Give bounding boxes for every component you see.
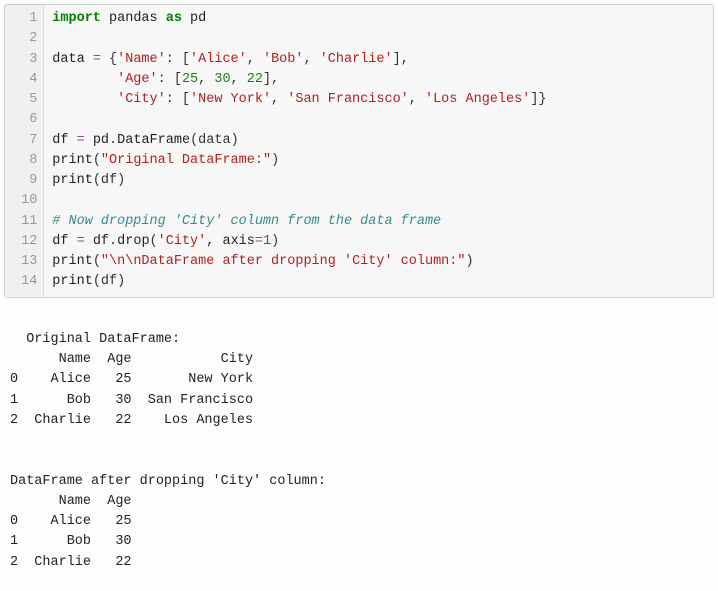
line-number-gutter: 1234567891011121314 (5, 5, 44, 297)
code-token: 'Bob' (263, 52, 304, 67)
code-token: (data) (190, 133, 239, 148)
code-line[interactable] (52, 29, 705, 49)
code-token: df (52, 133, 76, 148)
code-token: . (109, 234, 117, 249)
line-number: 5 (13, 90, 37, 110)
code-token: ], (263, 72, 279, 87)
code-token: 'City' (117, 92, 166, 107)
code-token (158, 11, 166, 26)
code-token: drop (117, 234, 149, 249)
code-line[interactable]: df = df.drop('City', axis=1) (52, 232, 705, 252)
code-token: : [ (166, 52, 190, 67)
line-number: 10 (13, 191, 37, 211)
code-token: ( (93, 153, 101, 168)
code-token: = (255, 234, 263, 249)
code-line[interactable]: print(df) (52, 171, 705, 191)
line-number: 4 (13, 70, 37, 90)
code-cell[interactable]: 1234567891011121314 import pandas as pd … (4, 4, 714, 298)
code-token: ) (271, 153, 279, 168)
code-token: = (77, 234, 85, 249)
line-number: 13 (13, 252, 37, 272)
code-token: as (166, 11, 182, 26)
code-token (52, 92, 117, 107)
code-token: 'City' (158, 234, 207, 249)
code-token: import (52, 11, 101, 26)
code-line[interactable]: 'Age': [25, 30, 22], (52, 70, 705, 90)
code-token (182, 11, 190, 26)
code-token: print (52, 274, 93, 289)
line-number: 14 (13, 272, 37, 292)
code-token: df (52, 234, 76, 249)
code-token: 25 (182, 72, 198, 87)
code-token: ) (465, 254, 473, 269)
code-line[interactable]: df = pd.DataFrame(data) (52, 131, 705, 151)
code-token: , axis (206, 234, 255, 249)
code-token: 'Alice' (190, 52, 247, 67)
code-token: , (247, 52, 263, 67)
code-token: ) (271, 234, 279, 249)
code-token: . (109, 133, 117, 148)
code-token: : [ (166, 92, 190, 107)
code-token: print (52, 173, 93, 188)
code-token: ( (93, 254, 101, 269)
code-token (101, 11, 109, 26)
code-token: data (52, 52, 93, 67)
line-number: 11 (13, 212, 37, 232)
code-token: 'Charlie' (320, 52, 393, 67)
code-token: , (303, 52, 319, 67)
code-line[interactable]: import pandas as pd (52, 9, 705, 29)
code-token: df (85, 234, 109, 249)
code-token: 'Age' (117, 72, 158, 87)
code-token: , (198, 72, 214, 87)
code-token: 30 (214, 72, 230, 87)
code-token: ], (393, 52, 409, 67)
code-line[interactable]: 'City': ['New York', 'San Francisco', 'L… (52, 90, 705, 110)
line-number: 8 (13, 151, 37, 171)
code-token: pd (190, 11, 206, 26)
code-token: "\n\nDataFrame after dropping 'City' col… (101, 254, 466, 269)
line-number: 6 (13, 110, 37, 130)
line-number: 12 (13, 232, 37, 252)
code-token (52, 72, 117, 87)
code-editor[interactable]: import pandas as pd data = {'Name': ['Al… (44, 5, 713, 297)
code-token: (df) (93, 274, 125, 289)
code-token: "Original DataFrame:" (101, 153, 271, 168)
output-area: Original DataFrame: Name Age City 0 Alic… (0, 302, 718, 589)
code-token: (df) (93, 173, 125, 188)
line-number: 9 (13, 171, 37, 191)
code-token: print (52, 153, 93, 168)
code-token: 'Los Angeles' (425, 92, 530, 107)
code-token: 1 (263, 234, 271, 249)
code-token: print (52, 254, 93, 269)
code-token: 'San Francisco' (287, 92, 409, 107)
code-line[interactable] (52, 191, 705, 211)
code-line[interactable]: # Now dropping 'City' column from the da… (52, 212, 705, 232)
code-token: ]} (530, 92, 546, 107)
code-token: ( (150, 234, 158, 249)
code-token: { (101, 52, 117, 67)
code-token: 'Name' (117, 52, 166, 67)
code-token: DataFrame (117, 133, 190, 148)
code-line[interactable]: print("Original DataFrame:") (52, 151, 705, 171)
line-number: 7 (13, 131, 37, 151)
code-token: 'New York' (190, 92, 271, 107)
code-token: , (231, 72, 247, 87)
code-token: pd (85, 133, 109, 148)
code-token: , (271, 92, 287, 107)
line-number: 2 (13, 29, 37, 49)
code-line[interactable]: print("\n\nDataFrame after dropping 'Cit… (52, 252, 705, 272)
code-token: 22 (247, 72, 263, 87)
code-token: # Now dropping 'City' column from the da… (52, 214, 441, 229)
code-line[interactable]: print(df) (52, 272, 705, 292)
code-line[interactable]: data = {'Name': ['Alice', 'Bob', 'Charli… (52, 50, 705, 70)
code-token: pandas (109, 11, 158, 26)
code-token: = (93, 52, 101, 67)
output-text: Original DataFrame: Name Age City 0 Alic… (10, 332, 326, 570)
code-token: = (77, 133, 85, 148)
line-number: 1 (13, 9, 37, 29)
code-token: : [ (158, 72, 182, 87)
code-line[interactable] (52, 110, 705, 130)
code-token: , (409, 92, 425, 107)
line-number: 3 (13, 50, 37, 70)
